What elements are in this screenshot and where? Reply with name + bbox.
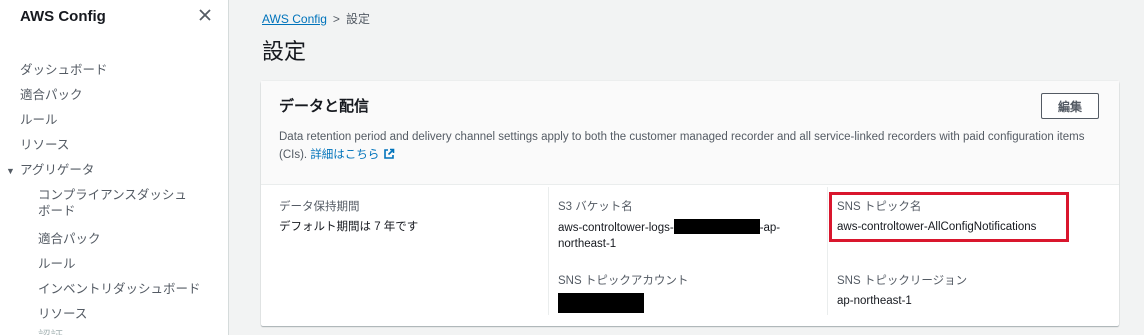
data-and-delivery-panel: データと配信 編集 Data retention period and deli… [261, 81, 1119, 326]
s3-bucket-field: S3 バケット名 aws-controltower-logs- -ap-north… [558, 199, 798, 252]
learn-more-link[interactable]: 詳細はこちら [310, 148, 395, 161]
column-divider [548, 187, 549, 315]
learn-more-label: 詳細はこちら [310, 149, 380, 161]
sidebar-item-agg-rules[interactable]: ルール [0, 254, 228, 279]
breadcrumb-separator: > [332, 12, 340, 26]
highlight-box [829, 192, 1069, 242]
edit-button[interactable]: 編集 [1041, 93, 1099, 119]
sns-topic-account-value [558, 293, 798, 315]
redaction-block [673, 219, 760, 234]
breadcrumb: AWS Config > 設定 [262, 10, 370, 27]
column-divider [827, 187, 828, 315]
sns-topic-account-label: SNS トピックアカウント [558, 275, 689, 287]
sidebar-menu: ダッシュボード 適合パック ルール リソース ▼ アグリゲータ コンプライアンスダ… [0, 60, 228, 335]
sidebar-item-agg-authorizations[interactable]: 認証 [0, 329, 228, 335]
external-link-icon [383, 148, 395, 166]
sidebar-item-conformance-packs[interactable]: 適合パック [0, 85, 228, 110]
s3-bucket-label: S3 バケット名 [558, 201, 633, 213]
sns-topic-region-value: ap-northeast-1 [837, 295, 912, 307]
s3-bucket-prefix: aws-controltower-logs- [558, 222, 674, 234]
sns-topic-region-label: SNS トピックリージョン [837, 275, 968, 287]
sidebar-item-agg-conformance-packs[interactable]: 適合パック [0, 229, 228, 254]
close-icon[interactable] [196, 6, 214, 24]
redaction-block [558, 293, 644, 313]
retention-field: データ保持期間 デフォルト期間は 7 年です [279, 199, 529, 235]
sidebar-item-dashboard[interactable]: ダッシュボード [0, 60, 228, 85]
sidebar-group-aggregators[interactable]: ▼ アグリゲータ [0, 160, 228, 185]
sidebar-item-agg-compliance-dashboard[interactable]: コンプライアンスダッシュボード [0, 185, 198, 229]
panel-description-text: Data retention period and delivery chann… [279, 131, 1085, 161]
retention-label: データ保持期間 [279, 201, 360, 213]
breadcrumb-current: 設定 [345, 12, 370, 26]
caret-down-icon: ▼ [6, 166, 15, 176]
s3-bucket-value: aws-controltower-logs- -ap-northeast-1 [558, 219, 798, 252]
panel-description: Data retention period and delivery chann… [279, 128, 1104, 166]
sns-topic-region-field: SNS トピックリージョン ap-northeast-1 [837, 273, 1097, 309]
breadcrumb-link-aws-config[interactable]: AWS Config [262, 12, 327, 26]
page-title: 設定 [262, 39, 307, 64]
sns-topic-account-field: SNS トピックアカウント [558, 273, 798, 315]
panel-header: データと配信 編集 Data retention period and deli… [261, 81, 1119, 185]
sidebar-group-label: アグリゲータ [20, 163, 95, 177]
panel-title: データと配信 [279, 98, 370, 115]
sidebar-item-agg-resources[interactable]: リソース [0, 304, 228, 329]
retention-value: デフォルト期間は 7 年です [279, 221, 419, 233]
sidebar-item-agg-inventory-dashboard[interactable]: インベントリダッシュボード [0, 279, 228, 304]
side-navigation: AWS Config ダッシュボード 適合パック ルール リソース ▼ アグリゲー… [0, 0, 229, 335]
sidebar-item-rules[interactable]: ルール [0, 110, 228, 135]
sidebar-title[interactable]: AWS Config [20, 8, 106, 25]
sidebar-item-resources[interactable]: リソース [0, 135, 228, 160]
